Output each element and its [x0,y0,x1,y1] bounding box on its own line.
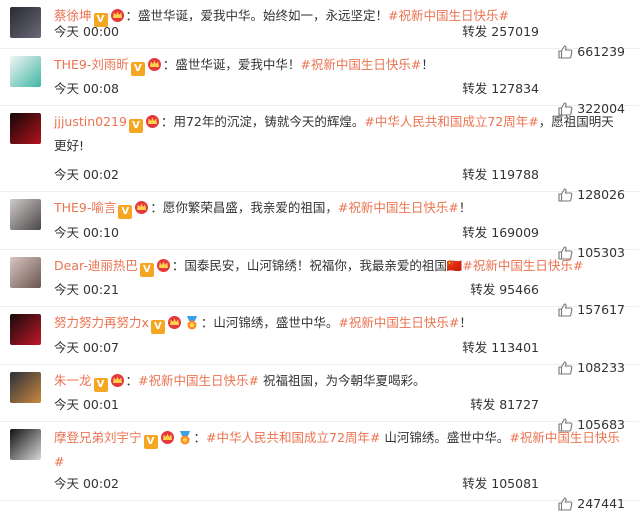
crown-icon [160,431,174,444]
timestamp: 今天 00:00 [54,24,119,39]
username-link[interactable]: Dear-迪丽热巴 [54,258,138,273]
crown-icon [147,58,161,71]
repost-button[interactable]: 转发 113401 [462,338,539,358]
repost-button[interactable]: 转发 81727 [470,395,539,415]
comment-footer: 今天 00:02 转发 119788 128026 [54,165,639,202]
avatar[interactable] [10,372,41,403]
crown-icon [110,9,124,22]
crown-icon [110,374,124,387]
comment-footer: 今天 00:01 转发 81727 105683 [54,395,639,432]
avatar[interactable] [10,56,41,87]
username-link[interactable]: 努力努力再努力x [54,315,149,330]
timestamp: 今天 00:07 [54,340,119,355]
timestamp: 今天 00:08 [54,81,119,96]
medal-icon [179,431,190,445]
avatar[interactable] [10,429,41,460]
comment-footer: 今天 00:00 转发 257019 661239 [54,22,639,59]
crown-icon [135,201,149,214]
comment-footer: 今天 00:10 转发 169009 105303 [54,223,639,260]
comment-segment: ： [125,373,139,388]
verified-v-icon: V [150,320,165,334]
hashtag-link[interactable]: #中华人民共和国成立72周年# [364,114,538,129]
timestamp: 今天 00:02 [54,476,119,491]
comment-segment: ！ [459,315,472,330]
hashtag-link[interactable]: #祝新中国生日快乐# [338,200,459,215]
weibo-comment-row: 努力努力再努力x V ：山河锦绣，盛世中华。#祝新中国生日快乐#！ 今天 00:07 转… [0,307,639,375]
hashtag-link[interactable]: #祝新中国生日快乐# [138,373,259,388]
comment-segment: ：国泰民安，山河锦绣！祝福你，我最亲爱的祖国🇨🇳 [171,258,463,273]
crown-icon [156,259,170,272]
weibo-comment-feed: 蔡徐坤 V ：盛世华诞，爱我中华。始终如一，永远坚定！#祝新中国生日快乐# 今天 00… [0,0,639,511]
comment-text: Dear-迪丽热巴 V ：国泰民安，山河锦绣！祝福你，我最亲爱的祖国🇨🇳#祝新中国生… [54,254,625,278]
username-link[interactable]: THE9-刘雨昕 [54,57,129,72]
avatar[interactable] [10,7,41,38]
crown-icon [167,316,181,329]
repost-button[interactable]: 转发 119788 [462,165,539,185]
repost-button[interactable]: 转发 105081 [462,474,539,494]
hashtag-link[interactable]: #祝新中国生日快乐# [462,258,583,273]
crown-icon [145,115,159,128]
comment-footer: 今天 00:02 转发 105081 247441 [54,474,639,511]
hashtag-link[interactable]: #祝新中国生日快乐# [338,315,459,330]
comment-segment: ！ [458,200,472,215]
repost-button[interactable]: 转发 169009 [462,223,539,243]
username-link[interactable]: 摩登兄弟刘宇宁 [54,430,142,445]
comment-footer: 今天 00:07 转发 113401 108233 [54,338,639,375]
comment-segment: 祝福祖国，为今朝华夏喝彩。 [258,373,426,388]
username-link[interactable]: 朱一龙 [54,373,92,388]
comment-segment: ：愿你繁荣昌盛，我亲爱的祖国， [150,200,338,215]
verified-v-icon: V [130,62,145,76]
repost-button[interactable]: 转发 95466 [470,280,539,300]
hashtag-link[interactable]: #祝新中国生日快乐# [388,8,509,23]
verified-v-icon: V [143,435,158,449]
comment-segment: ！ [421,57,434,72]
comment-segment: ：盛世华诞，爱我中华。始终如一，永远坚定！ [125,8,389,23]
comment-text: 努力努力再努力x V ：山河锦绣，盛世中华。#祝新中国生日快乐#！ [54,311,625,335]
verified-v-icon: V [93,378,108,392]
comment-text: jjjustin0219 V ：用72年的沉淀，铸就今天的辉煌。#中华人民共和国成立… [54,110,625,158]
weibo-comment-row: Dear-迪丽热巴 V ：国泰民安，山河锦绣！祝福你，我最亲爱的祖国🇨🇳#祝新中国生… [0,250,639,317]
timestamp: 今天 00:02 [54,167,119,182]
repost-button[interactable]: 转发 127834 [462,79,539,99]
username-link[interactable]: 蔡徐坤 [54,8,92,23]
weibo-comment-row: THE9-喻言 V ：愿你繁荣昌盛，我亲爱的祖国，#祝新中国生日快乐#！ 今天 00:… [0,192,639,260]
like-button[interactable]: 247441 [558,494,625,514]
comment-text: THE9-刘雨昕 V ：盛世华诞，爱我中华！#祝新中国生日快乐#！ [54,53,625,77]
comment-text: 摩登兄弟刘宇宁 V ：#中华人民共和国成立72周年# 山河锦绣。盛世中华。#祝新中国… [54,426,625,474]
weibo-comment-row: 蔡徐坤 V ：盛世华诞，爱我中华。始终如一，永远坚定！#祝新中国生日快乐# 今天 00… [0,0,639,59]
timestamp: 今天 00:10 [54,225,119,240]
avatar[interactable] [10,199,41,230]
comment-segment: ： [193,430,207,445]
verified-v-icon: V [118,205,133,219]
timestamp: 今天 00:21 [54,282,119,297]
comment-text: THE9-喻言 V ：愿你繁荣昌盛，我亲爱的祖国，#祝新中国生日快乐#！ [54,196,625,220]
avatar[interactable] [10,257,41,288]
avatar[interactable] [10,113,41,144]
weibo-comment-row: jjjustin0219 V ：用72年的沉淀，铸就今天的辉煌。#中华人民共和国成立… [0,106,639,202]
comment-footer: 今天 00:21 转发 95466 157617 [54,280,639,317]
medal-icon [186,316,197,330]
comment-footer: 今天 00:08 转发 127834 322004 [54,79,639,116]
username-link[interactable]: THE9-喻言 [54,200,116,215]
hashtag-link[interactable]: #中华人民共和国成立72周年# [206,430,380,445]
hashtag-link[interactable]: #祝新中国生日快乐# [300,57,421,72]
username-link[interactable]: jjjustin0219 [54,114,127,129]
verified-v-icon: V [128,119,143,133]
weibo-comment-row: 朱一龙 V ：#祝新中国生日快乐# 祝福祖国，为今朝华夏喝彩。今天 00:01 转发 … [0,365,639,432]
avatar[interactable] [10,314,41,345]
verified-v-icon: V [139,263,154,277]
weibo-comment-row: THE9-刘雨昕 V ：盛世华诞，爱我中华！#祝新中国生日快乐#！ 今天 00:08 转… [0,49,639,116]
timestamp: 今天 00:01 [54,397,119,412]
thumbs-up-icon [558,497,573,511]
comment-segment: ：盛世华诞，爱我中华！ [162,57,301,72]
comment-segment: ：用72年的沉淀，铸就今天的辉煌。 [160,114,365,129]
repost-button[interactable]: 转发 257019 [462,22,539,42]
comment-segment: ：山河锦绣，盛世中华。 [200,315,339,330]
like-count: 247441 [577,496,625,511]
weibo-comment-row: 摩登兄弟刘宇宁 V ：#中华人民共和国成立72周年# 山河锦绣。盛世中华。#祝新中国… [0,422,639,511]
comment-text: 朱一龙 V ：#祝新中国生日快乐# 祝福祖国，为今朝华夏喝彩。 [54,369,625,393]
comment-segment: 山河锦绣。盛世中华。 [380,430,510,445]
